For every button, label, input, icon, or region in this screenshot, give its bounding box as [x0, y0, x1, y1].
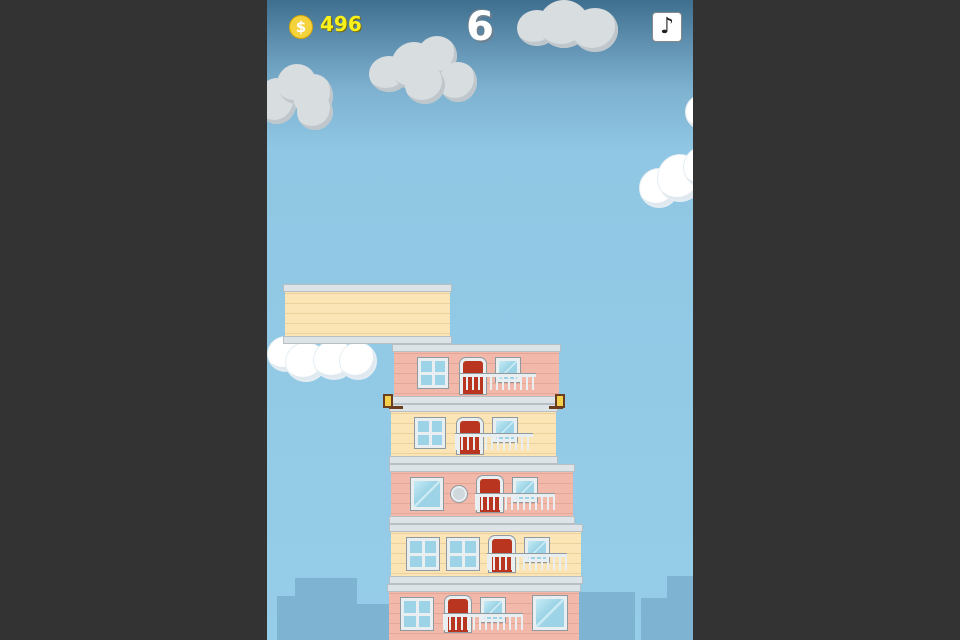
dollar-coin-icon: $ — [289, 15, 313, 39]
street-lamp-icon — [555, 394, 565, 408]
balcony-railing — [460, 374, 536, 390]
balcony-railing — [455, 434, 533, 450]
window — [418, 358, 448, 388]
tower-floor — [389, 524, 583, 584]
coin-counter: 496 — [320, 12, 362, 36]
street-lamp-icon — [383, 394, 393, 408]
balcony-railing — [475, 494, 555, 510]
tower-floor — [389, 464, 575, 524]
cloud — [267, 64, 347, 134]
window — [533, 596, 567, 630]
window — [447, 538, 479, 570]
window — [411, 478, 443, 510]
tower-floor — [389, 404, 558, 464]
game-canvas[interactable]: $ 496 6 ♪ — [267, 0, 693, 640]
cloud — [517, 0, 627, 60]
balcony-railing — [487, 554, 567, 570]
round-vent — [451, 486, 467, 502]
window — [415, 418, 445, 448]
balcony-railing — [443, 614, 523, 630]
floor-score: 6 — [466, 4, 494, 50]
tower-floor — [387, 584, 581, 640]
window — [407, 538, 439, 570]
city-skyline — [667, 576, 693, 640]
cloud — [639, 90, 693, 220]
music-toggle-button[interactable]: ♪ — [652, 12, 682, 42]
swinging-floor-block[interactable] — [283, 284, 452, 344]
music-note-icon: ♪ — [659, 14, 675, 39]
city-skyline — [579, 592, 635, 640]
window — [401, 598, 433, 630]
tower-floor — [392, 344, 561, 404]
city-skyline — [295, 578, 357, 640]
